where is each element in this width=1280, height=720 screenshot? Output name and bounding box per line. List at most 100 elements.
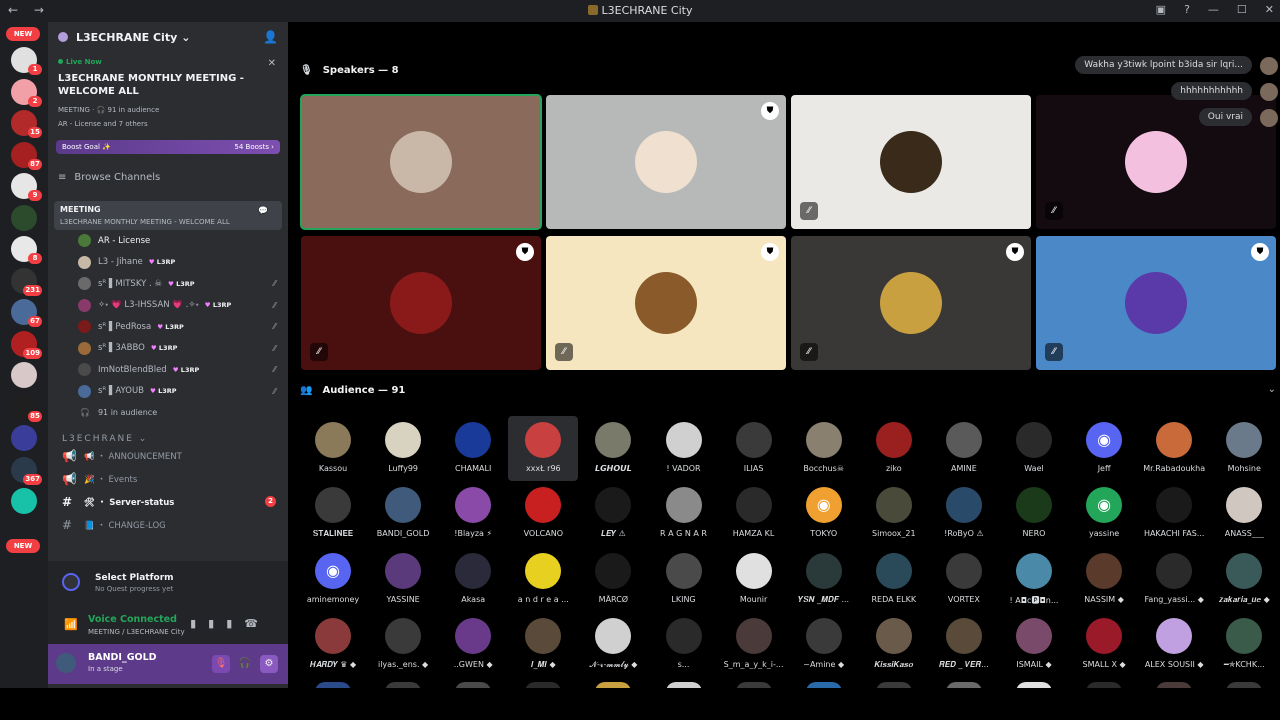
chat-icon[interactable]: 💬 [258,206,268,215]
audience-member[interactable]: HAMZA KL [719,481,789,546]
close-icon[interactable]: ✕ [268,58,276,69]
member-item[interactable]: ꜱᴿ ▌PedRosa L3RP ⁄⁄ [48,316,288,338]
member-item[interactable]: L3 - Jihane L3RP [48,252,288,274]
audience-member[interactable]: S_m_a_y_k_i-... [719,612,789,677]
audience-member[interactable]: ! VADOR [649,416,719,481]
category-header[interactable]: L3ECHRANE ⌄ [62,434,288,444]
audience-member[interactable]: 𝑰_𝑴𝑰 ◆ [508,612,578,677]
audience-member[interactable]: NERO [999,481,1069,546]
audience-member[interactable]: SMALL X ◆ [1069,612,1139,677]
audience-member[interactable]: CHAMALI [438,416,508,481]
audience-member[interactable]: VORTEX [929,547,999,612]
quest-panel[interactable]: Select Platform No Quest progress yet [48,561,288,606]
window-control-2[interactable]: — [1208,3,1219,16]
audience-member[interactable]: a n d r e a ... [508,547,578,612]
server-header[interactable]: L3ECHRANE City ⌄ 👤 [48,22,288,52]
new-badge[interactable]: NEW [6,27,40,41]
audience-member[interactable]: Simoox_21 [859,481,929,546]
audience-member[interactable]: ANASS___ [1209,481,1279,546]
audience-member[interactable]: ziko [859,416,929,481]
speaker-tile[interactable]: ⛊ [546,95,786,229]
speaker-tile[interactable]: ⛊ ⁄⁄ [1036,236,1276,370]
audience-member[interactable]: R A G N A R [649,481,719,546]
audience-member[interactable]: ALEX SOUSII ◆ [1139,612,1209,677]
window-control-0[interactable]: ▣ [1156,3,1166,16]
audience-member[interactable]: REDA ELKK [859,547,929,612]
audience-member[interactable]: ━✯KCHK... [1209,612,1279,677]
member-item[interactable]: ꜱᴿ ▌3ABBO L3RP ⁄⁄ [48,338,288,360]
audience-member[interactable]: NASSIM ◆ [1069,547,1139,612]
audience-member[interactable]: !Blayza ⚡ [438,481,508,546]
audience-member[interactable]: MÃRCØ [578,547,648,612]
add-member-icon[interactable]: 👤 [263,30,278,44]
voice-channel[interactable]: MEETING / L3ECHRANE City [88,628,185,636]
audience-member[interactable]: xxxŁ r96 [508,416,579,481]
new-badge-bottom[interactable]: NEW [6,539,40,553]
audience-member[interactable]: Bocchus☠ [789,416,859,481]
member-item[interactable]: ImNotBlendBled L3RP ⁄⁄ [48,359,288,381]
audience-member[interactable]: ◉ aminemoney [298,547,368,612]
audience-member[interactable]: !RoByO ⚠ [929,481,999,546]
window-control-3[interactable]: ☐ [1237,3,1247,16]
voice-status[interactable]: Voice Connected [88,614,177,625]
audience-member[interactable]: BANDI_GOLD [368,481,438,546]
audience-member[interactable]: ILIAS [719,416,789,481]
audience-member[interactable]: 𝓝-𝓻-𝓶𝓶𝓵𝔂 ◆ [578,612,648,677]
audience-member[interactable]: Mohsine [1209,416,1279,481]
audience-member[interactable]: 𝑹𝑬𝑫 _ 𝑽𝑬𝑹... [929,612,999,677]
audience-member[interactable]: 𝑯𝑨𝑹𝑫𝒀 ♛ ◆ [298,612,368,677]
audience-member[interactable]: 𝑲𝒊𝒔𝒔𝒊𝑲𝒂𝒔𝒐 [859,612,929,677]
audience-member[interactable]: ◉ TOKYO [789,481,859,546]
audience-member[interactable]: Luffy99 [368,416,438,481]
audience-member[interactable]: ◉ yassine [1069,481,1139,546]
audience-member[interactable]: Fang_yassi... ◆ [1139,547,1209,612]
audience-member[interactable]: YASSINE [368,547,438,612]
server-icon[interactable] [11,425,37,451]
audience-member[interactable]: Akasa [438,547,508,612]
channel-item[interactable]: # 🛠 ・ Server-status 2 [48,490,288,513]
audience-member[interactable]: ! A◘c🅿◘n... [999,547,1069,612]
audience-member[interactable]: Wael [999,416,1069,481]
avatar[interactable] [56,653,76,673]
member-item[interactable]: AR - License [48,230,288,252]
chevron-down-icon[interactable]: ⌄ [1268,384,1276,395]
boost-goal-bar[interactable]: Boost Goal ✨ 54 Boosts › [56,140,280,154]
gear-icon[interactable]: ⚙ [260,655,278,673]
audience-member[interactable]: LKING [649,547,719,612]
member-item[interactable]: ꜱᴿ ▌MITSKY . ☠ L3RP ⁄⁄ [48,273,288,295]
server-icon[interactable] [11,204,37,231]
window-control-4[interactable]: ✕ [1265,3,1274,16]
audience-member[interactable]: ..GWEN ◆ [438,612,508,677]
live-now-panel[interactable]: Live Now ✕ L3ECHRANE MONTHLY MEETING - W… [48,52,288,128]
audience-member[interactable]: ISMAIL ◆ [999,612,1069,677]
server-icon[interactable] [11,362,37,388]
channel-item[interactable]: 📢 🎉 ・ Events [48,467,288,490]
audience-member[interactable]: Kassou [298,416,368,481]
browse-channels[interactable]: Browse Channels [58,172,288,183]
audience-member[interactable]: 𝒀𝑺𝑵 _𝑴𝑫𝑭 ... [789,547,859,612]
audience-member[interactable]: 𝒛𝒂𝒌𝒂𝒓𝒊𝒂_𝒖𝒆 ◆ [1209,547,1279,612]
audience-member[interactable]: Mr.Rabadoukha [1139,416,1209,481]
speaker-tile[interactable]: ⛊ ⁄⁄ [546,236,786,370]
member-item[interactable]: ✧˖ 💗 L3-IHSSAN 💗 .✧˖ L3RP ⁄⁄ [48,295,288,317]
audience-member[interactable]: HAKACHI FAS... [1139,481,1209,546]
server-icon[interactable] [11,488,37,514]
headphones-icon[interactable]: 🎧 [236,655,254,673]
channel-item[interactable]: # 📘 ・ CHANGE-LOG [48,513,288,536]
voice-buttons[interactable]: ▮▮▮☎ [190,617,270,630]
audience-member[interactable]: s... [649,612,719,677]
channel-item[interactable]: 📢 📢 ・ ANNOUNCEMENT [48,444,288,467]
audience-member[interactable]: VOLCANO [508,481,578,546]
audience-count[interactable]: 🎧 91 in audience [48,402,288,422]
speaker-tile[interactable]: ⛊ ⁄⁄ [301,236,541,370]
audience-member[interactable]: ◉ Jeff [1069,416,1139,481]
speaker-tile[interactable] [300,94,542,230]
audience-member[interactable]: Mounir [719,547,789,612]
audience-member[interactable]: ~Amine ◆ [789,612,859,677]
audience-member[interactable]: AMINE [929,416,999,481]
speaker-tile[interactable]: ⁄⁄ [791,95,1031,229]
audience-member[interactable]: ilyas._ens. ◆ [368,612,438,677]
member-item[interactable]: ꜱᴿ ▌AYOUB L3RP ⁄⁄ [48,381,288,403]
channel-meeting[interactable]: MEETING L3ECHRANE MONTHLY MEETING - WELC… [54,201,282,230]
audience-member[interactable]: 𝙇𝙂𝙃𝙊𝙐𝙇 [578,416,648,481]
